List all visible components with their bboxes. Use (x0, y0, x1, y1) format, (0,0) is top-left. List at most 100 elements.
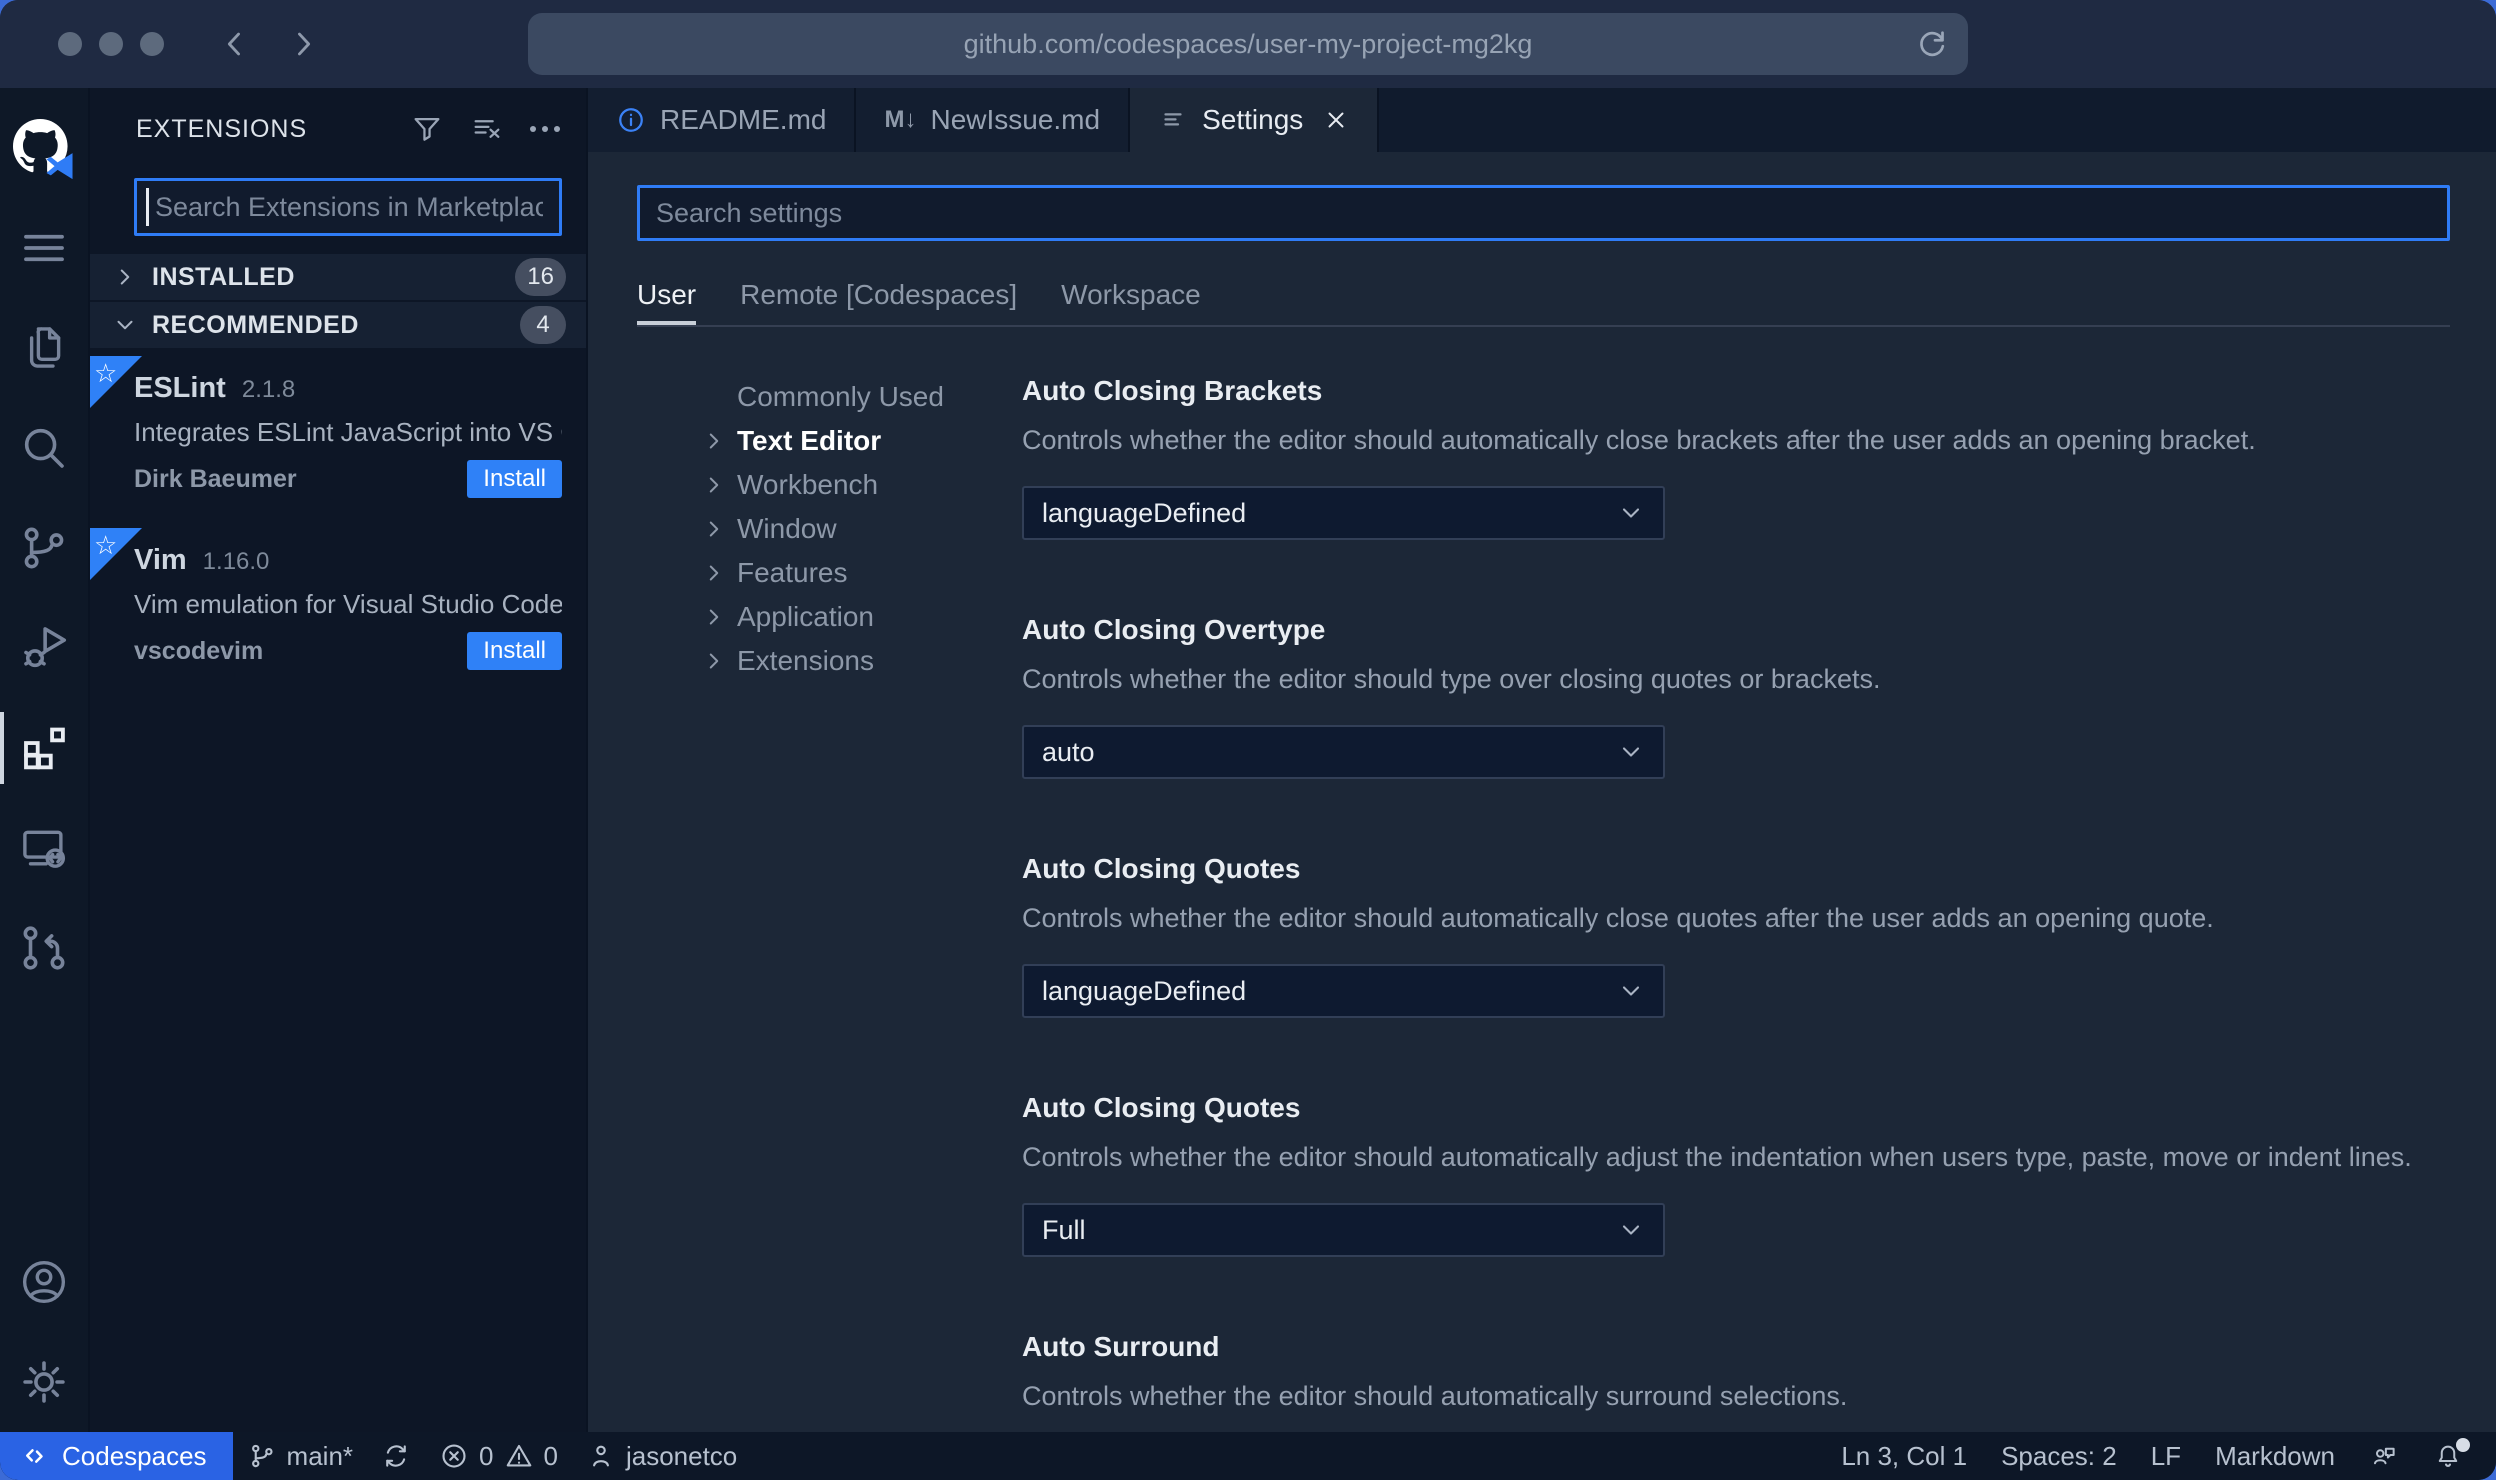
toc-text-editor[interactable]: Text Editor (701, 419, 1022, 463)
toc-label: Text Editor (737, 425, 882, 456)
setting-entry: Auto Surround Controls whether the edito… (1022, 1331, 2450, 1432)
star-icon: ☆ (94, 530, 118, 560)
filter-icon[interactable] (410, 112, 444, 146)
scope-tab-user[interactable]: User (637, 279, 697, 325)
extension-list-item[interactable]: ☆ Vim 1.16.0 Vim emulation for Visual St… (90, 522, 586, 694)
cursor-position[interactable]: Ln 3, Col 1 (1824, 1432, 1984, 1480)
settings-search-input[interactable] (637, 185, 2450, 241)
setting-entry: Auto Closing Quotes Controls whether the… (1022, 853, 2450, 1018)
setting-dropdown[interactable]: Full (1022, 1203, 1665, 1257)
eol-indicator[interactable]: LF (2134, 1432, 2198, 1480)
indentation-indicator[interactable]: Spaces: 2 (1984, 1432, 2134, 1480)
scope-tab-workspace[interactable]: Workspace (1061, 279, 1201, 325)
close-window-button[interactable] (58, 32, 82, 56)
extensions-icon[interactable] (0, 698, 89, 798)
close-icon[interactable] (1323, 107, 1349, 133)
toc-commonly-used[interactable]: Commonly Used (701, 375, 1022, 419)
minimize-window-button[interactable] (99, 32, 123, 56)
language-mode[interactable]: Markdown (2198, 1432, 2352, 1480)
codespaces-remote-indicator[interactable]: Codespaces (0, 1432, 233, 1480)
codespaces-label: Codespaces (62, 1440, 207, 1471)
setting-description: Controls whether the editor should autom… (1022, 1142, 2412, 1172)
toc-workbench[interactable]: Workbench (701, 463, 1022, 507)
forward-icon[interactable] (286, 27, 320, 61)
user-label: jasonetco (625, 1440, 738, 1471)
chevron-right-icon (709, 433, 719, 449)
setting-title: Auto Closing Overtype (1022, 614, 1326, 645)
install-button[interactable]: Install (467, 632, 562, 670)
explorer-icon[interactable] (0, 298, 89, 398)
reload-icon[interactable] (1914, 26, 1950, 62)
setting-dropdown[interactable]: auto (1022, 725, 1665, 779)
setting-entry: Auto Closing Overtype Controls whether t… (1022, 614, 2450, 779)
manage-gear-icon[interactable] (0, 1332, 89, 1432)
browser-window: github.com/codespaces/user-my-project-mg… (0, 0, 2496, 1480)
branch-indicator[interactable]: main* (233, 1432, 367, 1480)
text-cursor (146, 188, 149, 226)
tab-newissue[interactable]: M↓ NewIssue.md (856, 88, 1131, 152)
menu-icon[interactable] (0, 198, 89, 298)
clear-extension-search-icon[interactable] (470, 112, 504, 146)
extension-publisher: vscodevim (134, 636, 264, 665)
extension-list-item[interactable]: ☆ ESLint 2.1.8 Integrates ESLint JavaScr… (90, 350, 586, 522)
toc-application[interactable]: Application (701, 595, 1022, 639)
section-installed[interactable]: INSTALLED 16 (90, 254, 586, 300)
scope-tab-remote[interactable]: Remote [Codespaces] (740, 279, 1017, 325)
extensions-search-input[interactable] (134, 178, 562, 236)
toc-label: Commonly Used (737, 381, 944, 412)
recommended-count-badge: 4 (520, 306, 566, 344)
window-controls[interactable] (58, 32, 164, 56)
branch-label: main* (286, 1440, 354, 1471)
more-actions-icon[interactable] (530, 112, 560, 146)
extension-name: ESLint (134, 372, 226, 404)
notifications-indicator[interactable] (2416, 1432, 2480, 1480)
settings-scope-tabs: User Remote [Codespaces] Workspace (637, 279, 2450, 325)
settings-editor: User Remote [Codespaces] Workspace Commo… (588, 152, 2496, 1432)
setting-title: Auto Surround (1022, 1331, 1220, 1362)
extension-description: Integrates ESLint JavaScript into VS C..… (134, 417, 562, 447)
git-branch-icon (251, 1444, 273, 1468)
setting-description: Controls whether the editor should type … (1022, 664, 1881, 694)
user-indicator[interactable]: jasonetco (572, 1432, 751, 1480)
github-codespaces-logo (0, 102, 89, 198)
sync-indicator[interactable] (367, 1432, 425, 1480)
url-text: github.com/codespaces/user-my-project-mg… (963, 28, 1533, 59)
remote-explorer-icon[interactable] (0, 798, 89, 898)
dropdown-value: auto (1042, 736, 1095, 767)
section-recommended[interactable]: RECOMMENDED 4 (90, 302, 586, 348)
toc-extensions[interactable]: Extensions (701, 639, 1022, 683)
notification-dot (2456, 1438, 2470, 1452)
setting-dropdown[interactable]: languageDefined (1022, 486, 1665, 540)
setting-entry: Auto Closing Brackets Controls whether t… (1022, 375, 2450, 540)
toc-window[interactable]: Window (701, 507, 1022, 551)
star-icon: ☆ (94, 358, 118, 388)
toc-label: Window (737, 513, 837, 544)
tab-settings[interactable]: Settings (1130, 88, 1380, 152)
feedback-icon (2374, 1447, 2395, 1465)
maximize-window-button[interactable] (140, 32, 164, 56)
chevron-right-icon (709, 477, 719, 493)
toc-features[interactable]: Features (701, 551, 1022, 595)
chevron-down-icon (117, 320, 133, 330)
settings-list: Auto Closing Brackets Controls whether t… (1022, 375, 2450, 1432)
run-debug-icon[interactable] (0, 598, 89, 698)
tab-readme[interactable]: README.md (588, 88, 857, 152)
address-bar[interactable]: github.com/codespaces/user-my-project-mg… (528, 13, 1968, 75)
sync-icon (386, 1445, 406, 1467)
toc-label: Workbench (737, 469, 879, 500)
setting-dropdown[interactable]: languageDefined (1022, 964, 1665, 1018)
dropdown-value: languageDefined (1042, 497, 1247, 528)
setting-description: Controls whether the editor should autom… (1022, 425, 2256, 455)
search-icon[interactable] (0, 398, 89, 498)
install-button[interactable]: Install (467, 460, 562, 498)
dropdown-value: languageDefined (1042, 975, 1247, 1006)
back-icon[interactable] (218, 27, 252, 61)
account-icon[interactable] (0, 1232, 89, 1332)
installed-count-badge: 16 (515, 258, 566, 296)
setting-title: Auto Closing Quotes (1022, 853, 1301, 884)
markdown-icon: M↓ (884, 106, 917, 133)
feedback-indicator[interactable] (2352, 1432, 2416, 1480)
source-control-icon[interactable] (0, 498, 89, 598)
github-pull-requests-icon[interactable] (0, 898, 89, 998)
problems-indicator[interactable]: 0 0 (425, 1432, 572, 1480)
